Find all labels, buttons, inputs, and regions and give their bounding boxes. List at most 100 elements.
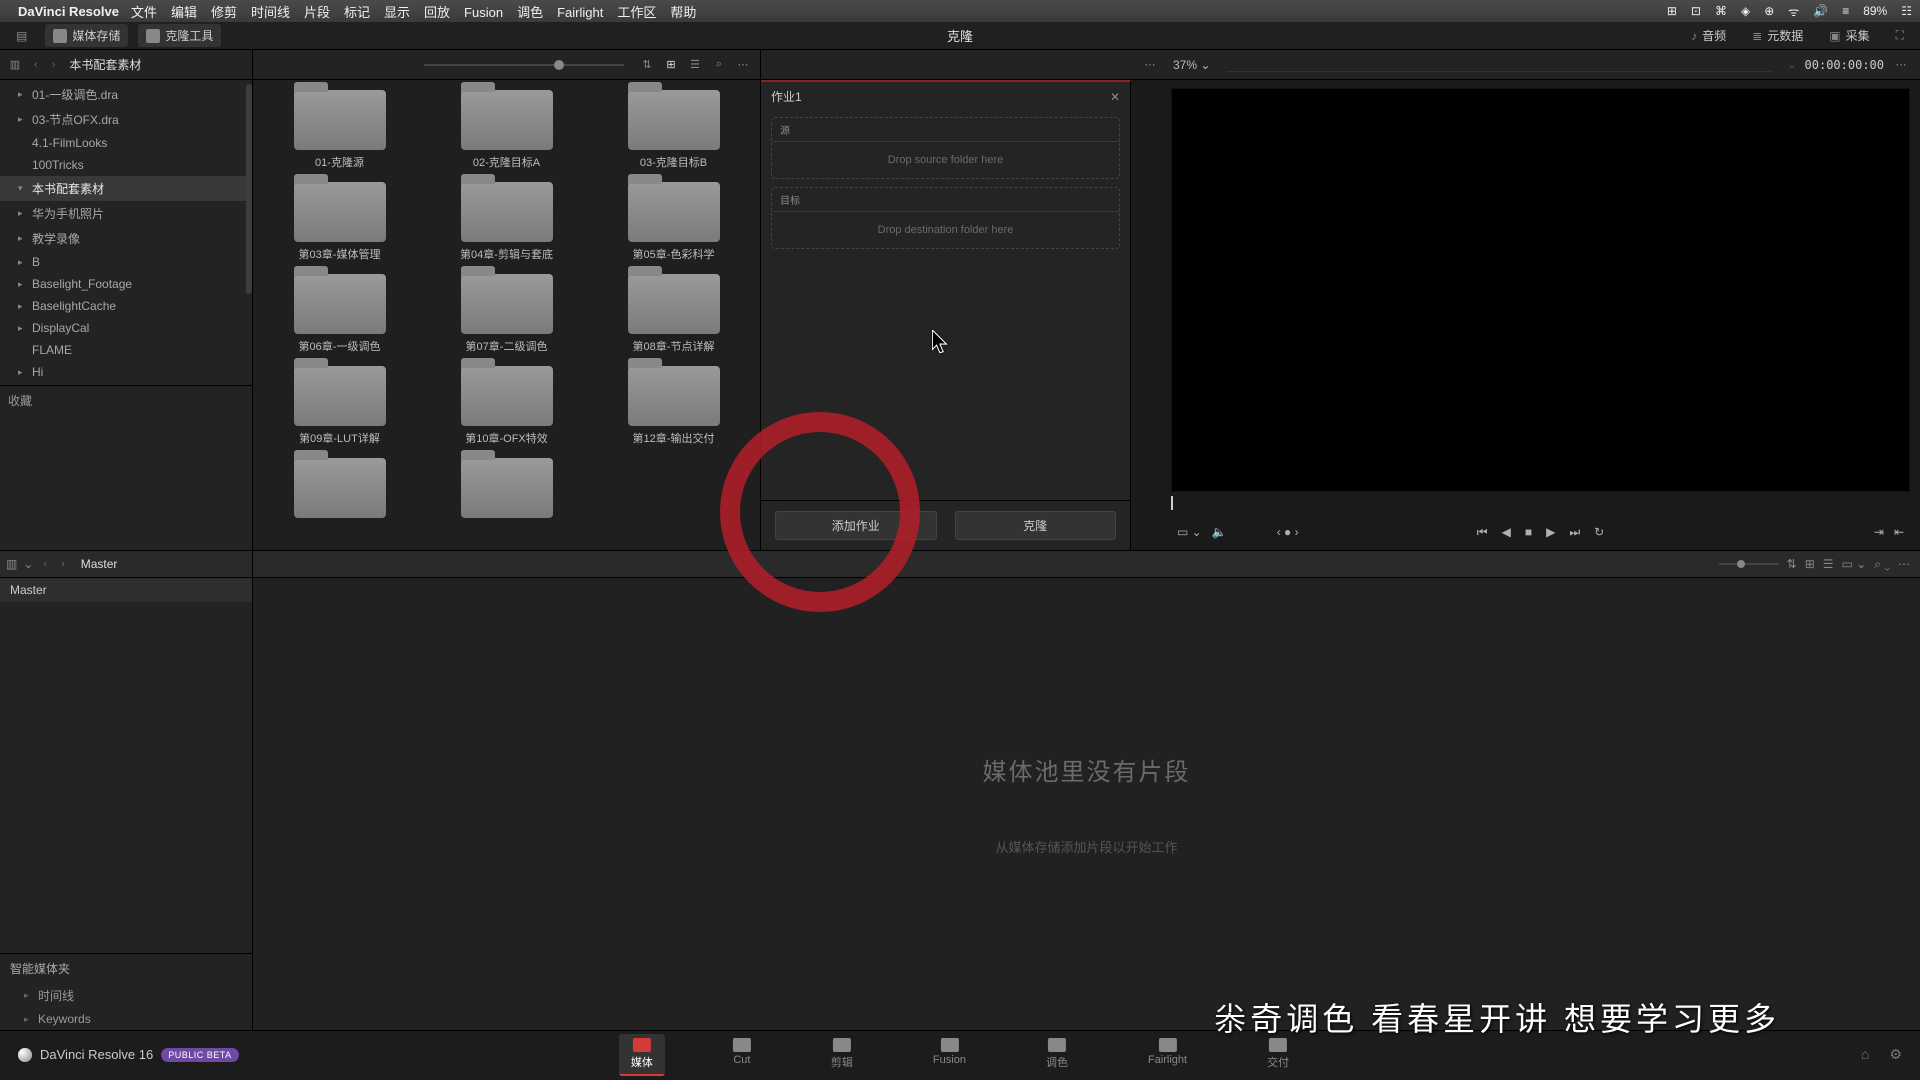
nav-forward[interactable]: ›	[48, 59, 60, 71]
page-tab-媒体[interactable]: 媒体	[619, 1034, 665, 1076]
tree-item[interactable]: 4.1-FilmLooks	[0, 132, 252, 154]
menu-回放[interactable]: 回放	[424, 5, 450, 20]
menu-显示[interactable]: 显示	[384, 5, 410, 20]
viewer-more2-icon[interactable]: ⋯	[1892, 57, 1910, 73]
page-tab-Fusion[interactable]: Fusion	[921, 1034, 978, 1076]
thumbnail-size-slider[interactable]	[424, 64, 624, 66]
menu-Fusion[interactable]: Fusion	[464, 5, 503, 20]
page-tab-调色[interactable]: 调色	[1034, 1034, 1080, 1076]
tree-item[interactable]: ▸B	[0, 251, 252, 273]
search-icon[interactable]: ⌕	[710, 57, 728, 73]
menu-Fairlight[interactable]: Fairlight	[557, 5, 603, 20]
status-icon[interactable]: 89%	[1863, 4, 1887, 18]
pool-search-icon[interactable]: ⌕ ⌄	[1874, 557, 1890, 572]
pool-grid-icon[interactable]: ⊞	[1805, 557, 1815, 571]
prev-frame-icon[interactable]: ◀	[1502, 525, 1511, 540]
chevron-icon[interactable]: ▸	[18, 323, 28, 334]
status-icon[interactable]: 🔊	[1813, 4, 1828, 18]
tree-item[interactable]: ▸BaselightCache	[0, 295, 252, 317]
menu-修剪[interactable]: 修剪	[211, 5, 237, 20]
chevron-icon[interactable]: ▸	[18, 89, 28, 100]
stop-icon[interactable]: ■	[1525, 525, 1532, 540]
folder[interactable]: 第12章-输出交付	[593, 366, 754, 446]
tree-item[interactable]: ▸DisplayCal	[0, 317, 252, 339]
menu-标记[interactable]: 标记	[344, 5, 370, 20]
bin-toggle-icon[interactable]: ▥	[6, 557, 17, 571]
pool-thumb-slider[interactable]	[1719, 563, 1779, 565]
smart-bin-item[interactable]: ▸时间线	[0, 983, 252, 1008]
folder[interactable]: 第10章-OFX特效	[426, 366, 587, 446]
clone-button[interactable]: 克隆	[955, 511, 1117, 540]
chevron-icon[interactable]: ▸	[18, 367, 28, 378]
menu-文件[interactable]: 文件	[131, 5, 157, 20]
status-icon[interactable]: ⊕	[1764, 4, 1774, 18]
page-tab-Fairlight[interactable]: Fairlight	[1136, 1034, 1199, 1076]
viewer-canvas[interactable]	[1171, 88, 1910, 492]
play-icon[interactable]: ▶	[1546, 525, 1555, 540]
tree-item[interactable]: ▾本书配套素材	[0, 176, 252, 201]
status-icon[interactable]: ◈	[1741, 4, 1750, 18]
folder[interactable]	[259, 458, 420, 518]
status-icon[interactable]: ⌘	[1715, 4, 1727, 18]
expand-button[interactable]: ⛶	[1888, 24, 1912, 47]
pool-list-icon[interactable]: ☰	[1823, 557, 1834, 571]
clone-source-drop[interactable]: 源 Drop source folder here	[771, 117, 1120, 179]
folder[interactable]: 03-克隆目标B	[593, 90, 754, 170]
grid-view-icon[interactable]: ⊞	[662, 57, 680, 73]
folder[interactable]: 第05章-色彩科学	[593, 182, 754, 262]
chevron-icon[interactable]: ▸	[18, 257, 28, 268]
menu-工作区[interactable]: 工作区	[617, 5, 656, 20]
pool-strip-icon[interactable]: ▭ ⌄	[1842, 557, 1867, 571]
folder[interactable]: 第06章-一级调色	[259, 274, 420, 354]
close-icon[interactable]: ✕	[1110, 90, 1120, 104]
capture-button[interactable]: ▣采集	[1821, 24, 1877, 47]
clone-tool-button[interactable]: 克隆工具	[138, 24, 221, 47]
playhead[interactable]	[1171, 496, 1173, 510]
zoom-select[interactable]: 37% ⌄	[1173, 58, 1210, 72]
folder[interactable]: 02-克隆目标A	[426, 90, 587, 170]
chevron-icon[interactable]: ▸	[18, 301, 28, 312]
menu-调色[interactable]: 调色	[517, 5, 543, 20]
tree-item[interactable]: ▸01-一级调色.dra	[0, 82, 252, 107]
folder[interactable]: 第09章-LUT详解	[259, 366, 420, 446]
clip-chev-icon[interactable]: ⌄	[1787, 58, 1796, 71]
folder[interactable]: 第07章-二级调色	[426, 274, 587, 354]
tree-item[interactable]: ▸华为手机照片	[0, 201, 252, 226]
folder[interactable]: 第08章-节点详解	[593, 274, 754, 354]
pool-more-icon[interactable]: ⋯	[1898, 557, 1910, 571]
sidebar-toggle[interactable]: ▥	[6, 57, 24, 73]
menu-时间线[interactable]: 时间线	[251, 5, 290, 20]
out-point-icon[interactable]: ⇤	[1894, 525, 1904, 539]
menu-帮助[interactable]: 帮助	[670, 5, 696, 20]
sort-icon[interactable]: ⇅	[638, 57, 656, 73]
tree-item[interactable]: ▸教学录像	[0, 226, 252, 251]
home-icon[interactable]: ⌂	[1861, 1046, 1869, 1063]
list-view-icon[interactable]: ☰	[686, 57, 704, 73]
status-icon[interactable]: ≡	[1842, 4, 1849, 18]
first-frame-icon[interactable]: ⏮	[1477, 525, 1488, 540]
viewer-more-icon[interactable]: ⋯	[1141, 57, 1159, 73]
menu-片段[interactable]: 片段	[304, 5, 330, 20]
media-storage-button[interactable]: 媒体存储	[45, 24, 128, 47]
mute-icon[interactable]: 🔈	[1212, 525, 1227, 539]
pool-sort-icon[interactable]: ⇅	[1787, 557, 1797, 571]
tree-item[interactable]: 100Tricks	[0, 154, 252, 176]
marker-nav[interactable]: ‹ ● ›	[1277, 525, 1299, 539]
app-name[interactable]: DaVinci Resolve	[18, 4, 119, 19]
page-tab-剪辑[interactable]: 剪辑	[819, 1034, 865, 1076]
nav-back[interactable]: ‹	[30, 59, 42, 71]
master-bin[interactable]: Master	[0, 578, 252, 602]
status-icon[interactable]: ⊡	[1691, 4, 1701, 18]
chevron-icon[interactable]: ▸	[18, 114, 28, 125]
status-icon[interactable]: ☷	[1901, 4, 1912, 18]
chevron-icon[interactable]: ▸	[18, 279, 28, 290]
add-job-button[interactable]: 添加作业	[775, 511, 937, 540]
chevron-icon[interactable]: ▾	[18, 183, 28, 194]
viewer-timeline[interactable]	[1171, 496, 1910, 510]
status-icon[interactable]: ⊞	[1667, 4, 1677, 18]
folder[interactable]: 第04章-剪辑与套底	[426, 182, 587, 262]
tree-item[interactable]: ▸Baselight_Footage	[0, 273, 252, 295]
bin-chev-icon[interactable]: ⌄	[23, 557, 33, 571]
tree-item[interactable]: ▸Hi	[0, 361, 252, 383]
folder[interactable]: 第03章-媒体管理	[259, 182, 420, 262]
